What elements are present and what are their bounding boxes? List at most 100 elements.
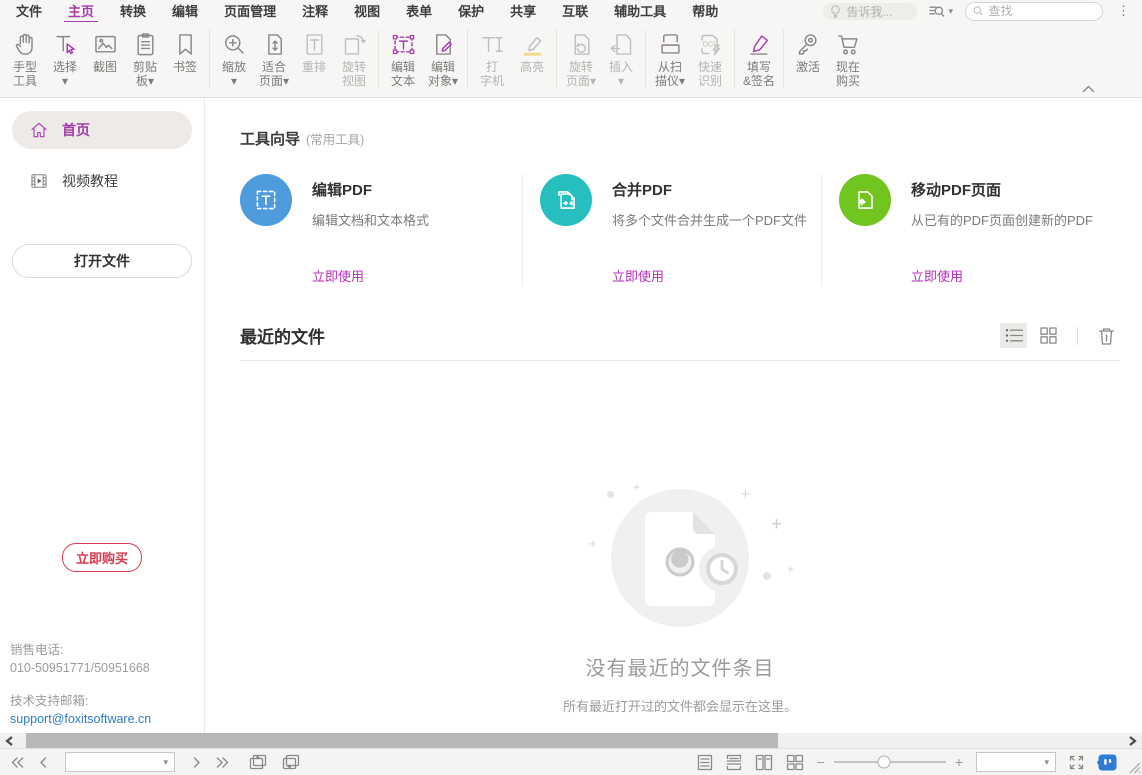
last-page-icon[interactable] — [216, 757, 230, 768]
continuous-view-icon[interactable] — [726, 754, 742, 771]
ribbon-group-view: 缩放 ▾ 适合 页面▾ 重排 旋转 视图 — [214, 29, 374, 88]
fill-sign-icon — [746, 29, 773, 60]
scrollbar-track[interactable] — [18, 733, 1124, 748]
activate-button[interactable]: 激活 — [788, 29, 828, 88]
menu-accessibility[interactable]: 辅助工具 — [601, 0, 679, 23]
key-icon — [795, 29, 822, 60]
from-scanner-button[interactable]: 从扫 描仪▾ — [650, 29, 690, 88]
scrollbar-thumb[interactable] — [26, 733, 778, 748]
menubar-right-cluster: 告诉我... ▾ ⋮ — [823, 2, 1142, 21]
rotate-view-button[interactable]: 旋转 视图 — [334, 29, 374, 88]
menu-help[interactable]: 帮助 — [679, 0, 731, 23]
first-page-icon[interactable] — [10, 757, 24, 768]
typewriter-button[interactable]: 打 字机 — [472, 29, 512, 88]
next-view-icon[interactable] — [282, 754, 300, 770]
find-box[interactable] — [965, 2, 1103, 21]
highlight-button[interactable]: 高亮 — [512, 29, 552, 88]
menu-file[interactable]: 文件 — [3, 0, 55, 23]
buy-now-button[interactable]: 立即购买 — [62, 543, 142, 572]
assistant-robot-icon[interactable] — [1097, 752, 1118, 773]
zoom-in-button[interactable]: + — [955, 755, 963, 769]
ribbon-group-sign: 填写 &签名 — [739, 29, 779, 88]
facing-continuous-view-icon[interactable] — [786, 754, 804, 771]
support-email-link[interactable]: support@foxitsoftware.cn — [10, 710, 151, 728]
ribbon-toolbar: 手型 工具 选择 ▾ 截图 剪贴 板▾ — [0, 22, 1142, 98]
card-action-link[interactable]: 立即使用 — [612, 266, 664, 285]
menu-page-organize[interactable]: 页面管理 — [211, 0, 289, 23]
zoom-out-button[interactable]: − — [817, 755, 825, 769]
reflow-icon — [301, 29, 328, 60]
edit-text-button[interactable]: 编辑 文本 — [383, 29, 423, 88]
next-page-icon[interactable] — [192, 757, 201, 768]
quick-ocr-button[interactable]: OCR 快速 识别 — [690, 29, 730, 88]
card-title: 合并PDF — [612, 179, 807, 200]
menu-protect[interactable]: 保护 — [445, 0, 497, 23]
tell-me-box[interactable]: 告诉我... — [823, 3, 917, 20]
page-number-combobox[interactable]: ▾ — [65, 752, 175, 772]
scroll-right-arrow[interactable] — [1124, 733, 1142, 748]
zoom-button[interactable]: 缩放 ▾ — [214, 29, 254, 88]
edit-object-button[interactable]: 编辑 对象▾ — [423, 29, 463, 88]
insert-pages-button[interactable]: 插入 ▾ — [601, 29, 641, 88]
buy-now-ribbon-button[interactable]: 现在 购买 — [828, 29, 868, 88]
clear-recent-button[interactable] — [1093, 323, 1120, 348]
clipboard-icon — [132, 29, 159, 60]
list-view-button[interactable] — [1000, 323, 1027, 348]
menu-view[interactable]: 视图 — [341, 0, 393, 23]
grid-view-icon — [1040, 327, 1057, 344]
card-action-link[interactable]: 立即使用 — [312, 266, 364, 285]
clipboard-button[interactable]: 剪贴 板▾ — [125, 29, 165, 88]
facing-view-icon[interactable] — [755, 754, 773, 771]
resize-grip[interactable] — [1128, 761, 1141, 774]
menu-edit[interactable]: 编辑 — [159, 0, 211, 23]
fullscreen-icon[interactable] — [1069, 755, 1084, 770]
cart-icon — [835, 29, 862, 60]
advanced-search-button[interactable]: ▾ — [929, 4, 953, 18]
card-action-link[interactable]: 立即使用 — [911, 266, 963, 285]
fit-page-button[interactable]: 适合 页面▾ — [254, 29, 294, 88]
rotate-view-icon — [341, 29, 368, 60]
ribbon-group-edit: 编辑 文本 编辑 对象▾ — [383, 29, 463, 88]
list-view-icon — [1005, 328, 1023, 343]
select-tool-button[interactable]: 选择 ▾ — [45, 29, 85, 88]
zoom-slider-handle[interactable] — [878, 756, 891, 769]
bookmark-button[interactable]: 书签 — [165, 29, 205, 88]
scroll-left-arrow[interactable] — [0, 733, 18, 748]
kebab-menu-icon[interactable]: ⋮ — [1115, 3, 1132, 19]
caret-down-icon: ▾ — [1044, 758, 1049, 767]
card-merge-pdf[interactable]: 合并PDF 将多个文件合并生成一个PDF文件 立即使用 — [522, 174, 821, 286]
open-file-button[interactable]: 打开文件 — [12, 244, 192, 278]
previous-page-icon[interactable] — [39, 757, 48, 768]
menu-comment[interactable]: 注释 — [289, 0, 341, 23]
zoom-percent-combobox[interactable]: ▾ — [976, 752, 1056, 772]
snapshot-button[interactable]: 截图 — [85, 29, 125, 88]
foxit-pdf-editor-window: 文件 主页 转换 编辑 页面管理 注释 视图 表单 保护 共享 互联 辅助工具 … — [0, 0, 1142, 775]
rotate-pages-button[interactable]: 旋转 页面▾ — [561, 29, 601, 88]
menu-share[interactable]: 共享 — [497, 0, 549, 23]
single-page-view-icon[interactable] — [697, 754, 713, 771]
ribbon-divider — [467, 30, 468, 88]
previous-view-icon[interactable] — [249, 754, 267, 770]
menu-connect[interactable]: 互联 — [549, 0, 601, 23]
ribbon-divider — [734, 30, 735, 88]
reflow-button[interactable]: 重排 — [294, 29, 334, 88]
zoom-slider[interactable] — [834, 761, 946, 763]
ribbon-divider — [556, 30, 557, 88]
tell-me-label: 告诉我... — [846, 3, 892, 20]
find-input[interactable] — [988, 4, 1095, 18]
card-desc: 编辑文档和文本格式 — [312, 210, 429, 229]
menu-form[interactable]: 表单 — [393, 0, 445, 23]
menu-convert[interactable]: 转换 — [107, 0, 159, 23]
card-edit-pdf[interactable]: 编辑PDF 编辑文档和文本格式 立即使用 — [240, 174, 522, 286]
collapse-ribbon-button[interactable] — [1082, 85, 1095, 93]
sidebar-item-home[interactable]: 首页 — [12, 111, 192, 149]
zoom-in-icon — [221, 29, 248, 60]
card-move-pdf-pages[interactable]: 移动PDF页面 从已有的PDF页面创建新的PDF 立即使用 — [821, 174, 1120, 286]
tools-wizard-note: (常用工具) — [306, 133, 364, 147]
grid-view-button[interactable] — [1035, 323, 1062, 348]
hand-tool-button[interactable]: 手型 工具 — [5, 29, 45, 88]
sparkle-icon: + — [771, 515, 782, 534]
fill-sign-button[interactable]: 填写 &签名 — [739, 29, 779, 88]
menu-home[interactable]: 主页 — [55, 0, 107, 23]
sidebar-item-video-tutorials[interactable]: 视频教程 — [12, 162, 192, 200]
